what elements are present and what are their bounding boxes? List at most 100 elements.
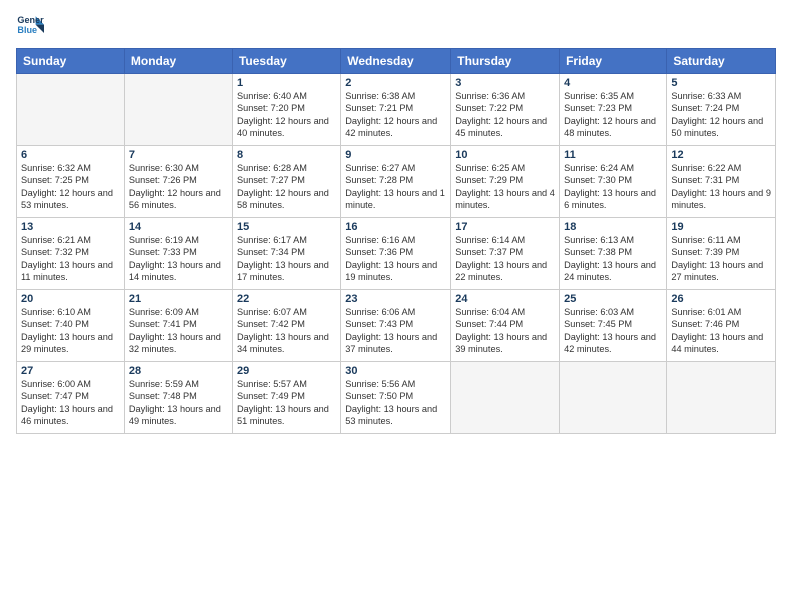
day-number: 1 <box>237 77 336 89</box>
calendar-day-cell: 30Sunrise: 5:56 AM Sunset: 7:50 PM Dayli… <box>341 362 451 434</box>
day-info: Sunrise: 6:21 AM Sunset: 7:32 PM Dayligh… <box>21 234 120 284</box>
calendar-day-cell: 26Sunrise: 6:01 AM Sunset: 7:46 PM Dayli… <box>667 290 776 362</box>
day-number: 12 <box>671 149 771 161</box>
calendar-day-cell <box>667 362 776 434</box>
day-number: 10 <box>455 149 555 161</box>
calendar-day-cell: 20Sunrise: 6:10 AM Sunset: 7:40 PM Dayli… <box>17 290 125 362</box>
day-number: 30 <box>345 365 446 377</box>
day-info: Sunrise: 6:09 AM Sunset: 7:41 PM Dayligh… <box>129 306 228 356</box>
day-info: Sunrise: 6:27 AM Sunset: 7:28 PM Dayligh… <box>345 162 446 212</box>
calendar-day-cell: 19Sunrise: 6:11 AM Sunset: 7:39 PM Dayli… <box>667 218 776 290</box>
calendar-day-cell: 5Sunrise: 6:33 AM Sunset: 7:24 PM Daylig… <box>667 74 776 146</box>
day-number: 9 <box>345 149 446 161</box>
calendar-day-cell: 24Sunrise: 6:04 AM Sunset: 7:44 PM Dayli… <box>451 290 560 362</box>
calendar-day-cell: 3Sunrise: 6:36 AM Sunset: 7:22 PM Daylig… <box>451 74 560 146</box>
day-number: 3 <box>455 77 555 89</box>
day-info: Sunrise: 6:06 AM Sunset: 7:43 PM Dayligh… <box>345 306 446 356</box>
day-number: 23 <box>345 293 446 305</box>
calendar-day-cell <box>17 74 125 146</box>
calendar-day-cell: 9Sunrise: 6:27 AM Sunset: 7:28 PM Daylig… <box>341 146 451 218</box>
day-number: 21 <box>129 293 228 305</box>
day-number: 17 <box>455 221 555 233</box>
calendar-weekday-header: Saturday <box>667 49 776 74</box>
svg-text:Blue: Blue <box>17 25 37 35</box>
day-info: Sunrise: 6:14 AM Sunset: 7:37 PM Dayligh… <box>455 234 555 284</box>
day-info: Sunrise: 6:36 AM Sunset: 7:22 PM Dayligh… <box>455 90 555 140</box>
calendar-day-cell: 1Sunrise: 6:40 AM Sunset: 7:20 PM Daylig… <box>232 74 340 146</box>
calendar-weekday-header: Monday <box>124 49 232 74</box>
calendar-weekday-header: Sunday <box>17 49 125 74</box>
calendar-weekday-header: Wednesday <box>341 49 451 74</box>
day-info: Sunrise: 6:22 AM Sunset: 7:31 PM Dayligh… <box>671 162 771 212</box>
day-number: 25 <box>564 293 662 305</box>
calendar-day-cell: 6Sunrise: 6:32 AM Sunset: 7:25 PM Daylig… <box>17 146 125 218</box>
day-info: Sunrise: 6:40 AM Sunset: 7:20 PM Dayligh… <box>237 90 336 140</box>
calendar-day-cell: 28Sunrise: 5:59 AM Sunset: 7:48 PM Dayli… <box>124 362 232 434</box>
calendar-day-cell: 25Sunrise: 6:03 AM Sunset: 7:45 PM Dayli… <box>560 290 667 362</box>
day-info: Sunrise: 6:38 AM Sunset: 7:21 PM Dayligh… <box>345 90 446 140</box>
calendar-day-cell: 2Sunrise: 6:38 AM Sunset: 7:21 PM Daylig… <box>341 74 451 146</box>
calendar-week-row: 6Sunrise: 6:32 AM Sunset: 7:25 PM Daylig… <box>17 146 776 218</box>
day-info: Sunrise: 5:57 AM Sunset: 7:49 PM Dayligh… <box>237 378 336 428</box>
calendar-table: SundayMondayTuesdayWednesdayThursdayFrid… <box>16 48 776 434</box>
logo-icon: General Blue <box>16 12 44 40</box>
day-number: 26 <box>671 293 771 305</box>
day-info: Sunrise: 6:30 AM Sunset: 7:26 PM Dayligh… <box>129 162 228 212</box>
day-number: 27 <box>21 365 120 377</box>
calendar-day-cell: 29Sunrise: 5:57 AM Sunset: 7:49 PM Dayli… <box>232 362 340 434</box>
day-info: Sunrise: 6:32 AM Sunset: 7:25 PM Dayligh… <box>21 162 120 212</box>
calendar-week-row: 27Sunrise: 6:00 AM Sunset: 7:47 PM Dayli… <box>17 362 776 434</box>
day-info: Sunrise: 6:07 AM Sunset: 7:42 PM Dayligh… <box>237 306 336 356</box>
day-number: 15 <box>237 221 336 233</box>
calendar-day-cell: 14Sunrise: 6:19 AM Sunset: 7:33 PM Dayli… <box>124 218 232 290</box>
day-number: 7 <box>129 149 228 161</box>
day-number: 13 <box>21 221 120 233</box>
day-info: Sunrise: 5:59 AM Sunset: 7:48 PM Dayligh… <box>129 378 228 428</box>
calendar-day-cell: 11Sunrise: 6:24 AM Sunset: 7:30 PM Dayli… <box>560 146 667 218</box>
day-number: 4 <box>564 77 662 89</box>
day-info: Sunrise: 6:25 AM Sunset: 7:29 PM Dayligh… <box>455 162 555 212</box>
calendar-day-cell: 10Sunrise: 6:25 AM Sunset: 7:29 PM Dayli… <box>451 146 560 218</box>
calendar-weekday-header: Tuesday <box>232 49 340 74</box>
day-number: 2 <box>345 77 446 89</box>
day-info: Sunrise: 6:00 AM Sunset: 7:47 PM Dayligh… <box>21 378 120 428</box>
calendar-day-cell: 18Sunrise: 6:13 AM Sunset: 7:38 PM Dayli… <box>560 218 667 290</box>
calendar-day-cell: 4Sunrise: 6:35 AM Sunset: 7:23 PM Daylig… <box>560 74 667 146</box>
day-number: 24 <box>455 293 555 305</box>
day-info: Sunrise: 6:33 AM Sunset: 7:24 PM Dayligh… <box>671 90 771 140</box>
calendar-day-cell: 7Sunrise: 6:30 AM Sunset: 7:26 PM Daylig… <box>124 146 232 218</box>
calendar-day-cell: 16Sunrise: 6:16 AM Sunset: 7:36 PM Dayli… <box>341 218 451 290</box>
day-info: Sunrise: 6:17 AM Sunset: 7:34 PM Dayligh… <box>237 234 336 284</box>
calendar-day-cell: 13Sunrise: 6:21 AM Sunset: 7:32 PM Dayli… <box>17 218 125 290</box>
day-info: Sunrise: 6:28 AM Sunset: 7:27 PM Dayligh… <box>237 162 336 212</box>
day-info: Sunrise: 6:04 AM Sunset: 7:44 PM Dayligh… <box>455 306 555 356</box>
calendar-day-cell <box>124 74 232 146</box>
calendar-day-cell <box>560 362 667 434</box>
calendar-week-row: 13Sunrise: 6:21 AM Sunset: 7:32 PM Dayli… <box>17 218 776 290</box>
calendar-day-cell: 17Sunrise: 6:14 AM Sunset: 7:37 PM Dayli… <box>451 218 560 290</box>
calendar-day-cell: 27Sunrise: 6:00 AM Sunset: 7:47 PM Dayli… <box>17 362 125 434</box>
calendar-day-cell: 12Sunrise: 6:22 AM Sunset: 7:31 PM Dayli… <box>667 146 776 218</box>
calendar-weekday-header: Friday <box>560 49 667 74</box>
day-number: 19 <box>671 221 771 233</box>
calendar-header-row: SundayMondayTuesdayWednesdayThursdayFrid… <box>17 49 776 74</box>
day-info: Sunrise: 5:56 AM Sunset: 7:50 PM Dayligh… <box>345 378 446 428</box>
calendar-weekday-header: Thursday <box>451 49 560 74</box>
day-number: 14 <box>129 221 228 233</box>
calendar-week-row: 20Sunrise: 6:10 AM Sunset: 7:40 PM Dayli… <box>17 290 776 362</box>
day-number: 5 <box>671 77 771 89</box>
day-info: Sunrise: 6:11 AM Sunset: 7:39 PM Dayligh… <box>671 234 771 284</box>
day-info: Sunrise: 6:16 AM Sunset: 7:36 PM Dayligh… <box>345 234 446 284</box>
day-number: 22 <box>237 293 336 305</box>
day-number: 18 <box>564 221 662 233</box>
day-number: 6 <box>21 149 120 161</box>
page-header: General Blue <box>16 12 776 40</box>
calendar-week-row: 1Sunrise: 6:40 AM Sunset: 7:20 PM Daylig… <box>17 74 776 146</box>
calendar-day-cell: 23Sunrise: 6:06 AM Sunset: 7:43 PM Dayli… <box>341 290 451 362</box>
day-info: Sunrise: 6:19 AM Sunset: 7:33 PM Dayligh… <box>129 234 228 284</box>
day-info: Sunrise: 6:10 AM Sunset: 7:40 PM Dayligh… <box>21 306 120 356</box>
day-number: 20 <box>21 293 120 305</box>
day-info: Sunrise: 6:01 AM Sunset: 7:46 PM Dayligh… <box>671 306 771 356</box>
day-number: 28 <box>129 365 228 377</box>
logo: General Blue <box>16 12 46 40</box>
